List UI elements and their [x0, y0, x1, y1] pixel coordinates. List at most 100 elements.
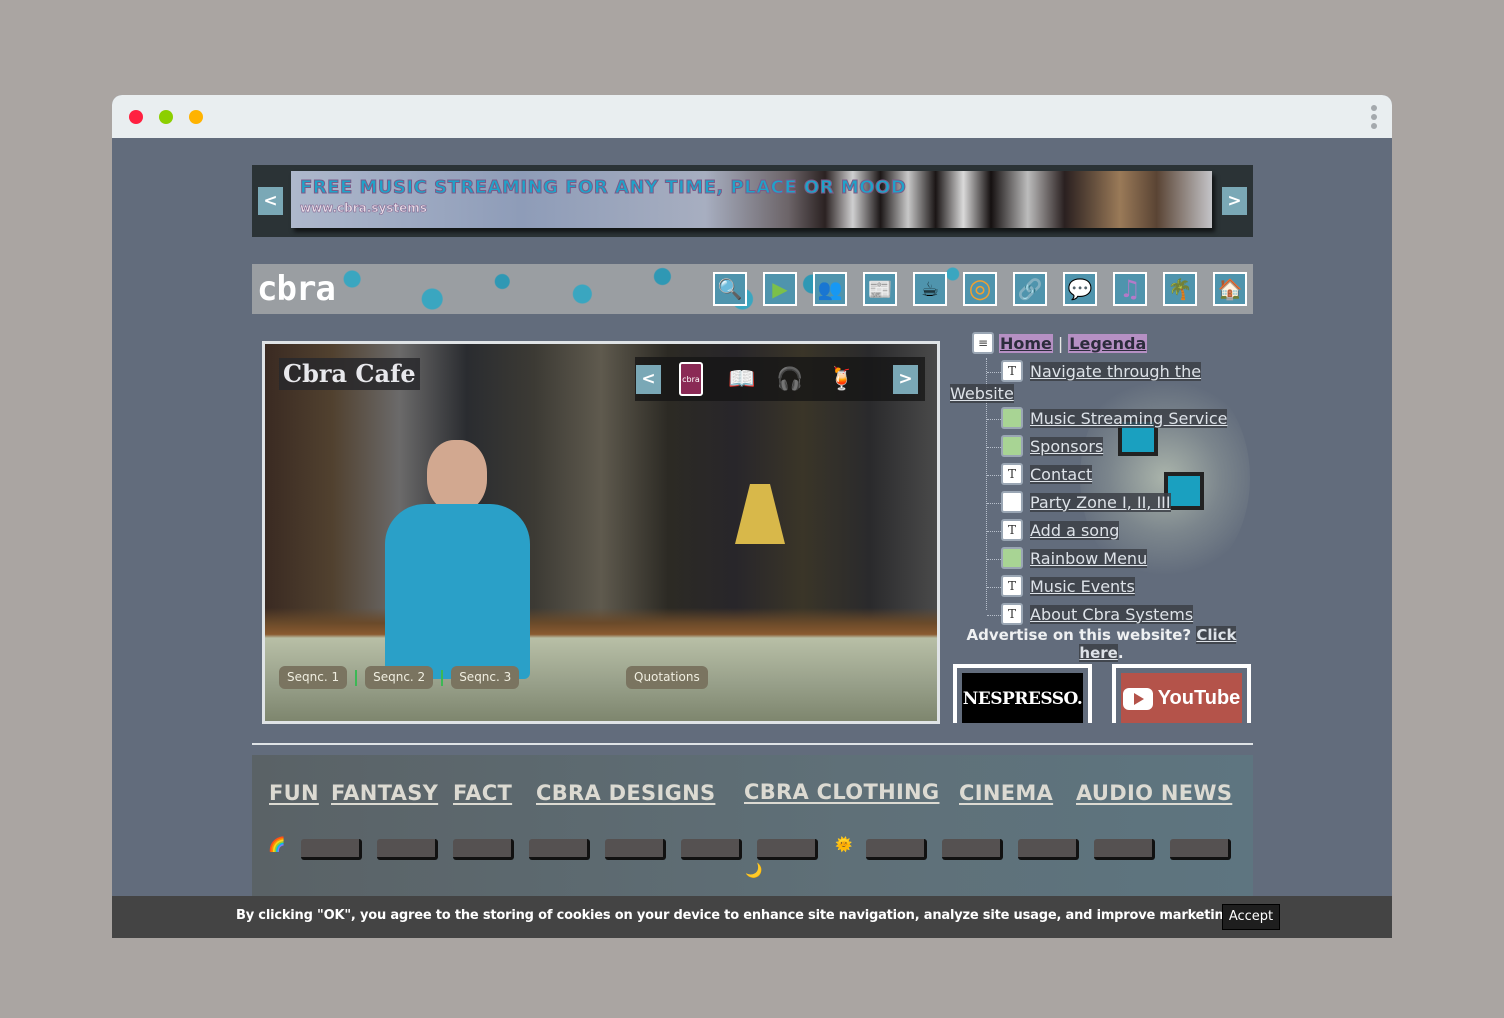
category-cbra-designs[interactable]: CBRA DESIGNS — [536, 781, 715, 805]
green-page-icon — [1001, 435, 1023, 457]
category-menu: FUN FANTASY FACT CBRA DESIGNS CBRA CLOTH… — [252, 755, 1253, 915]
tree-root: ≡ Home | Legenda — [972, 332, 1148, 354]
palm-tree-icon[interactable]: 🌴 — [1163, 272, 1197, 306]
sequence-buttons: Seqnc. 1 Seqnc. 2 Seqnc. 3 — [279, 666, 520, 689]
category-cinema[interactable]: CINEMA — [959, 781, 1053, 805]
slideshow-prev-button[interactable]: < — [636, 365, 661, 394]
coffee-icon[interactable]: ☕ — [913, 272, 947, 306]
sequence-separator — [441, 669, 444, 686]
category-audio-news[interactable]: AUDIO NEWS — [1076, 781, 1232, 805]
youtube-logo-text: YouTube — [1157, 687, 1241, 709]
menu-slot[interactable] — [681, 839, 742, 860]
card-icon[interactable]: cbra — [679, 362, 703, 396]
nespresso-ad[interactable]: NESPRESSO. — [953, 664, 1092, 723]
text-page-icon: T — [1001, 463, 1023, 485]
search-icon[interactable]: 🔍 — [713, 272, 747, 306]
accept-cookies-button[interactable]: Accept — [1222, 904, 1280, 930]
tree-link[interactable]: Music Events — [1030, 576, 1135, 596]
site-logo[interactable]: cbra — [257, 270, 336, 308]
advertise-link[interactable]: here — [1079, 644, 1118, 662]
cookie-banner: By clicking "OK", you agree to the stori… — [112, 896, 1392, 938]
tree-item-navigate[interactable]: T Navigate through the — [987, 360, 1202, 382]
minimize-window-button[interactable] — [159, 110, 173, 124]
category-fantasy[interactable]: FANTASY — [331, 781, 438, 805]
color-wheel-icon[interactable]: ◎ — [963, 272, 997, 306]
menu-slot[interactable] — [1094, 839, 1155, 860]
maximize-window-button[interactable] — [189, 110, 203, 124]
banner-next-button[interactable]: > — [1222, 187, 1247, 215]
advertise-link[interactable]: Click — [1196, 626, 1237, 644]
menu-slot[interactable] — [757, 839, 818, 860]
category-cbra-clothing[interactable]: CBRA CLOTHING — [744, 780, 939, 804]
tree-link[interactable]: Navigate through the — [1030, 361, 1202, 381]
separator: | — [1057, 333, 1064, 353]
youtube-play-icon — [1122, 687, 1153, 710]
promo-banner: < FREE MUSIC STREAMING FOR ANY TIME, PLA… — [252, 165, 1253, 237]
sequence-1-button[interactable]: Seqnc. 1 — [279, 666, 348, 689]
category-fact[interactable]: FACT — [453, 781, 512, 805]
banner-prev-button[interactable]: < — [258, 187, 283, 215]
youtube-ad[interactable]: YouTube — [1112, 664, 1251, 723]
tree-link[interactable]: Music Streaming Service — [1030, 408, 1228, 428]
tree-link[interactable]: Add a song — [1030, 520, 1120, 540]
menu-slot[interactable] — [1018, 839, 1079, 860]
tree-link[interactable]: Sponsors — [1030, 436, 1104, 456]
tree-item-music-events[interactable]: T Music Events — [987, 575, 1135, 597]
text-page-icon: T — [1001, 575, 1023, 597]
book-icon[interactable]: 📖 — [727, 362, 757, 396]
headphones-icon[interactable]: 🎧 — [775, 362, 805, 396]
tree-link[interactable]: Party Zone I, II, III — [1030, 492, 1171, 512]
bartender-shirt — [385, 504, 530, 679]
rainbow-slot-row: 🌈 🌙 🌞 — [268, 837, 1238, 889]
tree-item-rainbow-menu[interactable]: Rainbow Menu — [987, 547, 1148, 569]
tree-link[interactable]: Website — [950, 384, 1014, 403]
quotations-button[interactable]: Quotations — [626, 666, 708, 689]
tree-link[interactable]: Rainbow Menu — [1030, 548, 1148, 568]
tree-item-contact[interactable]: T Contact — [987, 463, 1093, 485]
nav-icon-bar: 🔍 ▶ 👥 📰 ☕ ◎ 🔗 💬 ♫ 🌴 🏠 — [713, 272, 1247, 306]
sequence-2-button[interactable]: Seqnc. 2 — [365, 666, 434, 689]
home-link[interactable]: Home — [999, 333, 1053, 353]
sequence-separator — [355, 669, 358, 686]
tree-item-music-streaming[interactable]: Music Streaming Service — [987, 407, 1228, 429]
menu-slot[interactable] — [453, 839, 514, 860]
cocktail-icon[interactable]: 🍹 — [827, 362, 857, 396]
blank-page-icon — [1001, 491, 1023, 513]
tree-item-sponsors[interactable]: Sponsors — [987, 435, 1104, 457]
menu-slot[interactable] — [301, 839, 362, 860]
moon-icon: 🌙 — [745, 863, 763, 879]
menu-slot[interactable] — [942, 839, 1003, 860]
newspaper-icon[interactable]: 📰 — [863, 272, 897, 306]
slideshow-next-button[interactable]: > — [893, 365, 918, 394]
browser-window: < FREE MUSIC STREAMING FOR ANY TIME, PLA… — [112, 95, 1392, 938]
house-icon[interactable]: 🏠 — [1213, 272, 1247, 306]
music-note-icon[interactable]: ♫ — [1113, 272, 1147, 306]
page-viewport: < FREE MUSIC STREAMING FOR ANY TIME, PLA… — [112, 138, 1392, 938]
link-icon[interactable]: 🔗 — [1013, 272, 1047, 306]
play-icon[interactable]: ▶ — [763, 272, 797, 306]
category-fun[interactable]: FUN — [269, 781, 319, 805]
advertise-period: . — [1117, 644, 1124, 662]
menu-slot[interactable] — [1170, 839, 1231, 860]
speech-bubble-icon[interactable]: 💬 — [1063, 272, 1097, 306]
tree-item-about[interactable]: T About Cbra Systems — [987, 603, 1194, 625]
menu-slot[interactable] — [866, 839, 927, 860]
menu-slot[interactable] — [377, 839, 438, 860]
legenda-link[interactable]: Legenda — [1068, 333, 1148, 353]
tree-link[interactable]: About Cbra Systems — [1030, 604, 1194, 624]
green-page-icon — [1001, 407, 1023, 429]
menu-slot[interactable] — [529, 839, 590, 860]
menu-slot[interactable] — [605, 839, 666, 860]
cafe-slideshow[interactable]: Cbra Cafe < cbra 📖 🎧 🍹 > Seqnc. 1 Seqnc.… — [262, 341, 940, 724]
tree-item-party-zone[interactable]: Party Zone I, II, III — [987, 491, 1171, 513]
tree-link[interactable]: Contact — [1030, 464, 1093, 484]
cookie-text: By clicking "OK", you agree to the stori… — [236, 908, 1238, 923]
advertise-notice: Advertise on this website? Click here. — [950, 626, 1253, 662]
advertise-text: Advertise on this website? — [966, 626, 1197, 644]
users-icon[interactable]: 👥 — [813, 272, 847, 306]
sequence-3-button[interactable]: Seqnc. 3 — [451, 666, 520, 689]
banner-image[interactable]: FREE MUSIC STREAMING FOR ANY TIME, PLACE… — [291, 171, 1212, 228]
close-window-button[interactable] — [129, 110, 143, 124]
tree-item-add-song[interactable]: T Add a song — [987, 519, 1120, 541]
kebab-menu-icon[interactable] — [1370, 105, 1378, 129]
